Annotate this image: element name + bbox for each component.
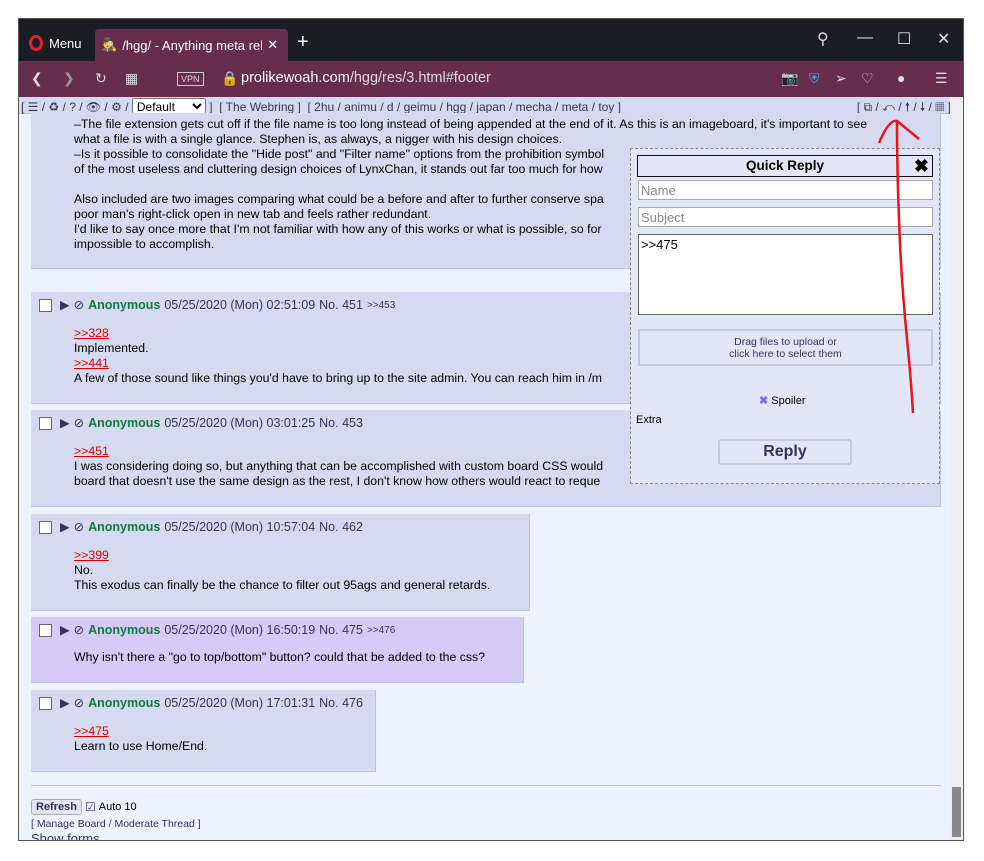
- red-arrow-annotation: [877, 119, 920, 414]
- browser-window: Menu 🕵/hgg/ - Anything meta related✕ + ⚲…: [18, 18, 964, 841]
